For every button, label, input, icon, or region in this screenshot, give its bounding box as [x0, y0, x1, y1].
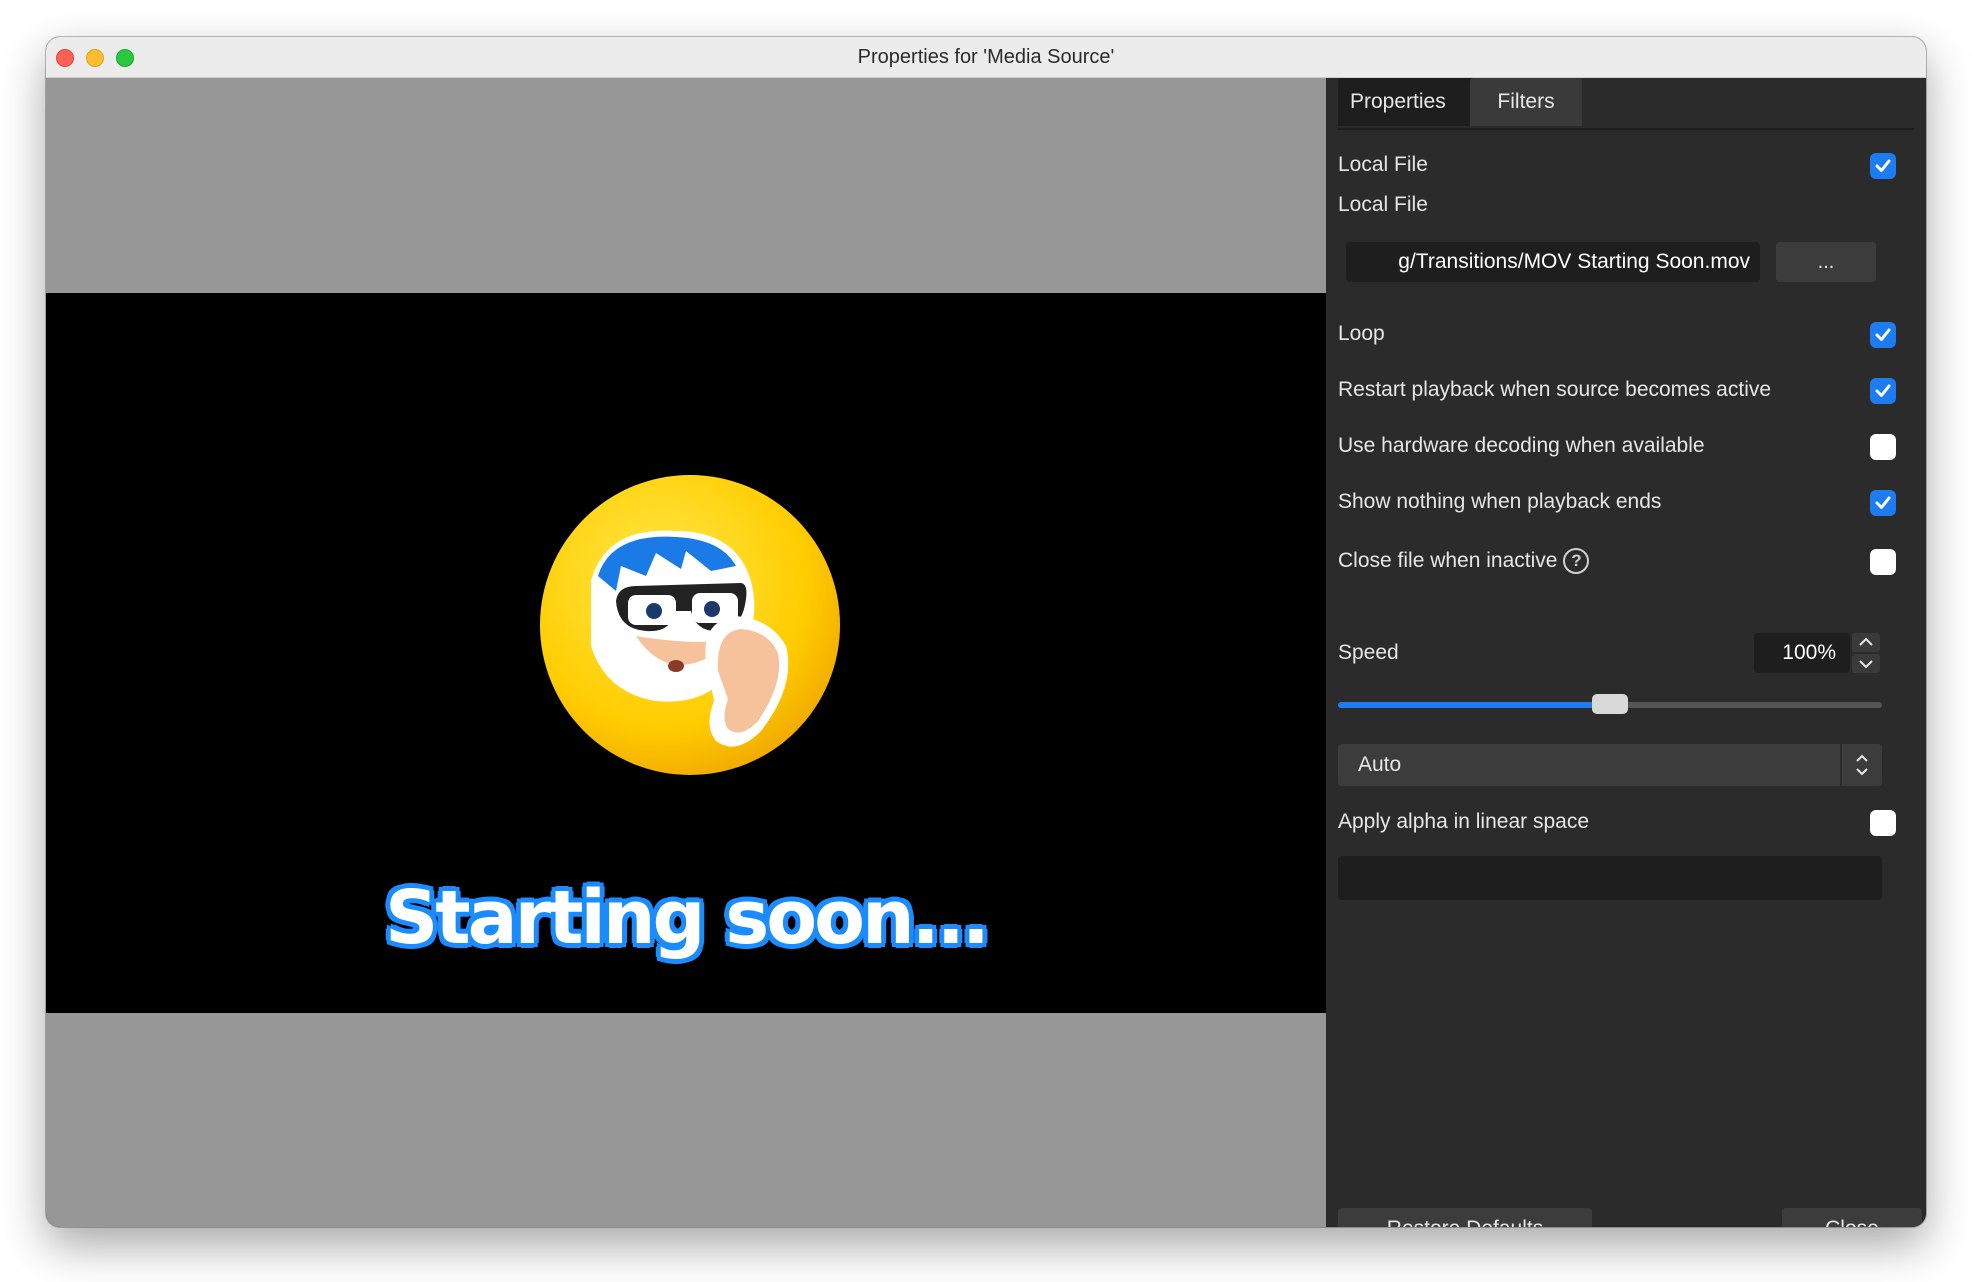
tab-properties[interactable]: Properties: [1338, 78, 1490, 126]
tab-bar: Properties Filters: [1338, 78, 1914, 130]
speed-slider[interactable]: [1338, 694, 1882, 714]
speed-slider-handle[interactable]: [1592, 694, 1628, 714]
loop-label: Loop: [1338, 322, 1385, 345]
local-file-path-field[interactable]: g/Transitions/MOV Starting Soon.mov: [1346, 242, 1760, 282]
chevron-up-icon: [1859, 637, 1873, 646]
show-nothing-label: Show nothing when playback ends: [1338, 490, 1662, 513]
speed-input[interactable]: 100%: [1754, 633, 1850, 673]
restart-playback-checkbox[interactable]: [1870, 378, 1896, 404]
starting-soon-text: Starting soon...: [385, 875, 990, 961]
local-file-checkbox[interactable]: [1870, 153, 1896, 179]
local-file-label: Local File: [1338, 193, 1428, 216]
alpha-linear-label: Apply alpha in linear space: [1338, 810, 1589, 833]
local-file-row: Local File: [1338, 185, 1896, 225]
checkmark-icon: [1875, 328, 1891, 341]
restart-playback-label: Restart playback when source becomes act…: [1338, 378, 1772, 401]
source-preview: Starting soon...: [46, 78, 1326, 1227]
close-file-inactive-label-wrap: Close file when inactive?: [1338, 541, 1590, 581]
tab-filters[interactable]: Filters: [1470, 78, 1582, 126]
speed-slider-fill: [1338, 702, 1610, 708]
color-range-select[interactable]: Auto: [1338, 744, 1882, 786]
restore-defaults-button[interactable]: Restore Defaults: [1338, 1208, 1592, 1227]
hardware-decoding-label: Use hardware decoding when available: [1338, 434, 1705, 457]
local-file-toggle-row[interactable]: Local File: [1338, 145, 1896, 185]
video-frame: Starting soon...: [46, 293, 1326, 1013]
properties-window: Properties for 'Media Source' Starting s…: [46, 37, 1926, 1227]
help-icon[interactable]: ?: [1563, 548, 1590, 575]
select-arrows-icon: [1840, 744, 1882, 786]
alpha-linear-row[interactable]: Apply alpha in linear space: [1338, 802, 1896, 842]
close-file-inactive-label: Close file when inactive: [1338, 549, 1558, 572]
close-file-inactive-row[interactable]: Close file when inactive?: [1338, 541, 1896, 581]
empty-text-field[interactable]: [1338, 856, 1882, 900]
mascot-logo-icon: [540, 475, 840, 775]
window-title: Properties for 'Media Source': [857, 46, 1115, 68]
properties-panel: Properties Filters Local File Local File…: [1326, 78, 1926, 1227]
hardware-decoding-row[interactable]: Use hardware decoding when available: [1338, 426, 1896, 466]
color-range-value: Auto: [1358, 753, 1402, 776]
checkmark-icon: [1875, 159, 1891, 172]
checkmark-icon: [1875, 496, 1891, 509]
loop-row[interactable]: Loop: [1338, 314, 1896, 354]
close-button[interactable]: Close: [1782, 1208, 1922, 1227]
show-nothing-row[interactable]: Show nothing when playback ends: [1338, 482, 1896, 522]
restart-playback-row[interactable]: Restart playback when source becomes act…: [1338, 370, 1896, 410]
speed-label: Speed: [1338, 641, 1399, 664]
speed-decrement-button[interactable]: [1852, 654, 1880, 673]
speed-increment-button[interactable]: [1852, 633, 1880, 652]
hardware-decoding-checkbox[interactable]: [1870, 434, 1896, 460]
browse-button[interactable]: ...: [1776, 242, 1876, 282]
close-file-inactive-checkbox[interactable]: [1870, 549, 1896, 575]
local-file-toggle-label: Local File: [1338, 153, 1428, 176]
loop-checkbox[interactable]: [1870, 322, 1896, 348]
title-bar: Properties for 'Media Source': [46, 37, 1926, 78]
checkmark-icon: [1875, 384, 1891, 397]
show-nothing-checkbox[interactable]: [1870, 490, 1896, 516]
alpha-linear-checkbox[interactable]: [1870, 810, 1896, 836]
chevron-down-icon: [1859, 660, 1873, 669]
